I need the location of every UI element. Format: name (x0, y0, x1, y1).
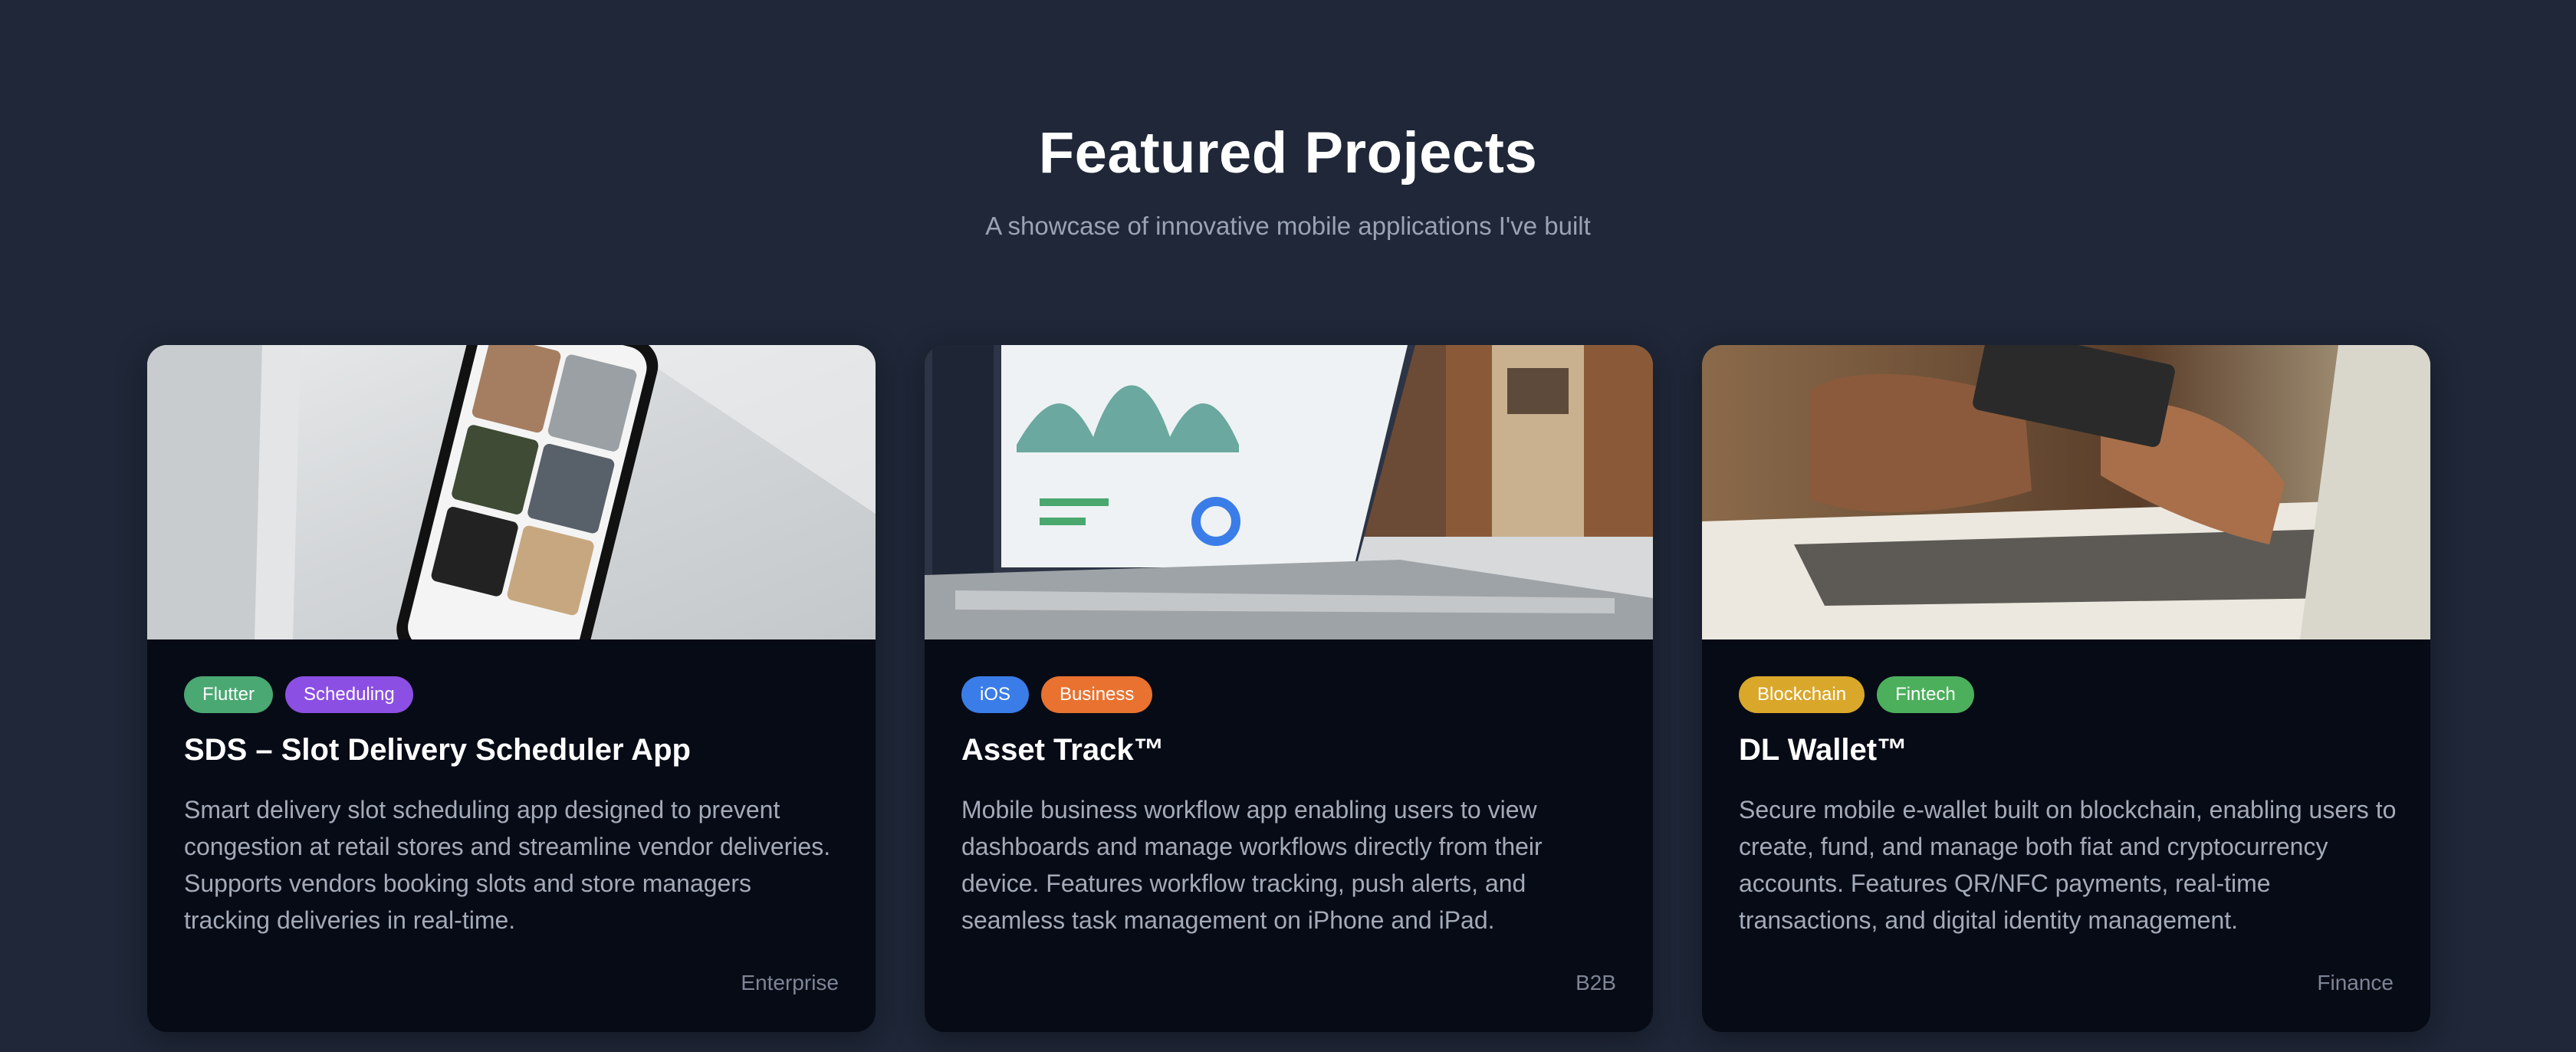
section-subtitle: A showcase of innovative mobile applicat… (985, 212, 1591, 240)
tag-list: Flutter Scheduling (184, 676, 413, 713)
project-card-sds[interactable]: Flutter Scheduling SDS – Slot Delivery S… (147, 345, 876, 1032)
project-image-phone (147, 345, 876, 639)
tag-list: Blockchain Fintech (1739, 676, 1974, 713)
tag-business: Business (1041, 676, 1153, 713)
tag-scheduling: Scheduling (285, 676, 413, 713)
project-description: Mobile business workflow app enabling us… (961, 796, 1543, 934)
tag-list: iOS Business (961, 676, 1153, 713)
project-image-laptop (925, 345, 1653, 639)
project-image-hands-laptop (1702, 345, 2430, 639)
tag-blockchain: Blockchain (1739, 676, 1865, 713)
tag-ios: iOS (961, 676, 1030, 713)
section-title: Featured Projects (1038, 120, 1538, 186)
featured-projects-section: Featured Projects A showcase of innovati… (0, 0, 2576, 1052)
tag-fintech: Fintech (1877, 676, 1974, 713)
project-card-asset-track[interactable]: iOS Business Asset Track™ Mobile busines… (925, 345, 1653, 1032)
project-description: Secure mobile e-wallet built on blockcha… (1739, 796, 2397, 934)
project-cards: Flutter Scheduling SDS – Slot Delivery S… (147, 345, 2430, 1032)
project-title: Asset Track™ (961, 733, 1165, 767)
card-body: Flutter Scheduling SDS – Slot Delivery S… (147, 639, 876, 1032)
project-title: DL Wallet™ (1739, 733, 1908, 767)
project-category: B2B (1576, 971, 1616, 994)
card-body: Blockchain Fintech DL Wallet™ Secure mob… (1702, 639, 2430, 1032)
project-card-dl-wallet[interactable]: Blockchain Fintech DL Wallet™ Secure mob… (1702, 345, 2430, 1032)
project-category: Finance (2317, 971, 2394, 994)
card-body: iOS Business Asset Track™ Mobile busines… (925, 639, 1653, 1032)
project-description: Smart delivery slot scheduling app desig… (184, 796, 831, 934)
tag-flutter: Flutter (184, 676, 274, 713)
project-category: Enterprise (741, 971, 839, 994)
project-title: SDS – Slot Delivery Scheduler App (184, 733, 691, 767)
